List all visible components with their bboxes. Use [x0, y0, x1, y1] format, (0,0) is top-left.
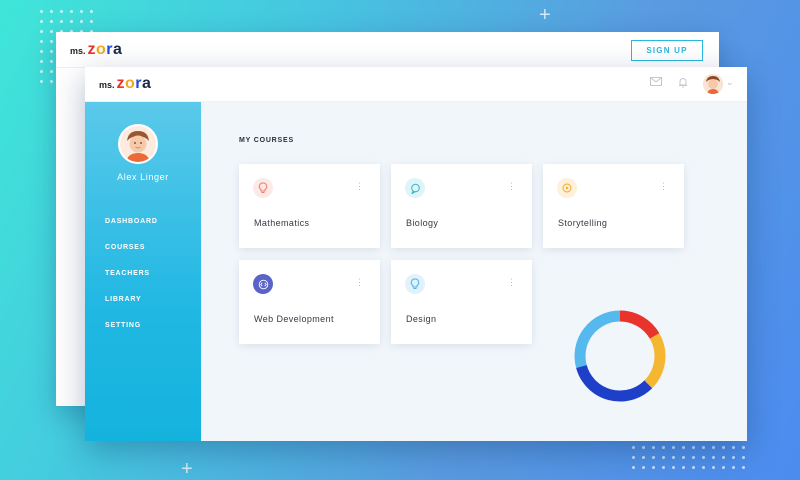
chat-icon: [405, 178, 425, 198]
plus-decoration: +: [181, 458, 193, 480]
course-card-biology[interactable]: ⋮ Biology: [391, 164, 532, 248]
more-vertical-icon[interactable]: ⋮: [355, 278, 364, 287]
more-vertical-icon[interactable]: ⋮: [659, 182, 668, 191]
ring-segment-light-blue: [574, 310, 621, 368]
bell-icon[interactable]: [678, 77, 688, 91]
brand-logo[interactable]: ms. zora: [99, 75, 151, 93]
ring-segment-red: [619, 310, 660, 340]
course-title: Mathematics: [254, 218, 310, 228]
code-icon: [253, 274, 273, 294]
course-card-storytelling[interactable]: ⋮ Storytelling: [543, 164, 684, 248]
mail-icon[interactable]: [650, 77, 662, 89]
plus-decoration: +: [539, 4, 551, 26]
lightbulb-icon: [253, 178, 273, 198]
course-title: Web Development: [254, 314, 334, 324]
ring-segment-yellow: [644, 333, 666, 389]
more-vertical-icon[interactable]: ⋮: [507, 182, 516, 191]
section-title: MY COURSES: [239, 137, 294, 144]
course-title: Design: [406, 314, 437, 324]
ring-segment-blue: [576, 364, 653, 402]
more-vertical-icon[interactable]: ⋮: [355, 182, 364, 191]
nav-item-courses[interactable]: COURSES: [105, 244, 145, 251]
brand-logo[interactable]: ms. zora: [70, 41, 122, 59]
play-icon: [557, 178, 577, 198]
nav-item-teachers[interactable]: TEACHERS: [105, 270, 150, 277]
progress-ring: [574, 310, 666, 402]
nav-item-setting[interactable]: SETTING: [105, 322, 141, 329]
chevron-down-icon[interactable]: ⌄: [726, 77, 734, 88]
course-card-design[interactable]: ⋮ Design: [391, 260, 532, 344]
more-vertical-icon[interactable]: ⋮: [507, 278, 516, 287]
course-card-mathematics[interactable]: ⋮ Mathematics: [239, 164, 380, 248]
profile-avatar[interactable]: [118, 124, 158, 164]
profile-name: Alex Linger: [117, 172, 169, 182]
user-avatar[interactable]: [703, 74, 723, 94]
back-window-header: ms. zora SIGN UP: [56, 32, 719, 68]
nav-item-library[interactable]: LIBRARY: [105, 296, 141, 303]
sidebar: Alex Linger DASHBOARD COURSES TEACHERS L…: [85, 102, 201, 441]
course-title: Biology: [406, 218, 439, 228]
lightbulb-icon: [405, 274, 425, 294]
dot-grid-bottom-right: [632, 446, 745, 469]
signup-button[interactable]: SIGN UP: [631, 40, 703, 61]
course-title: Storytelling: [558, 218, 608, 228]
course-card-web-development[interactable]: ⋮ Web Development: [239, 260, 380, 344]
app-header: ms. zora ⌄: [85, 67, 747, 102]
nav-item-dashboard[interactable]: DASHBOARD: [105, 218, 158, 225]
